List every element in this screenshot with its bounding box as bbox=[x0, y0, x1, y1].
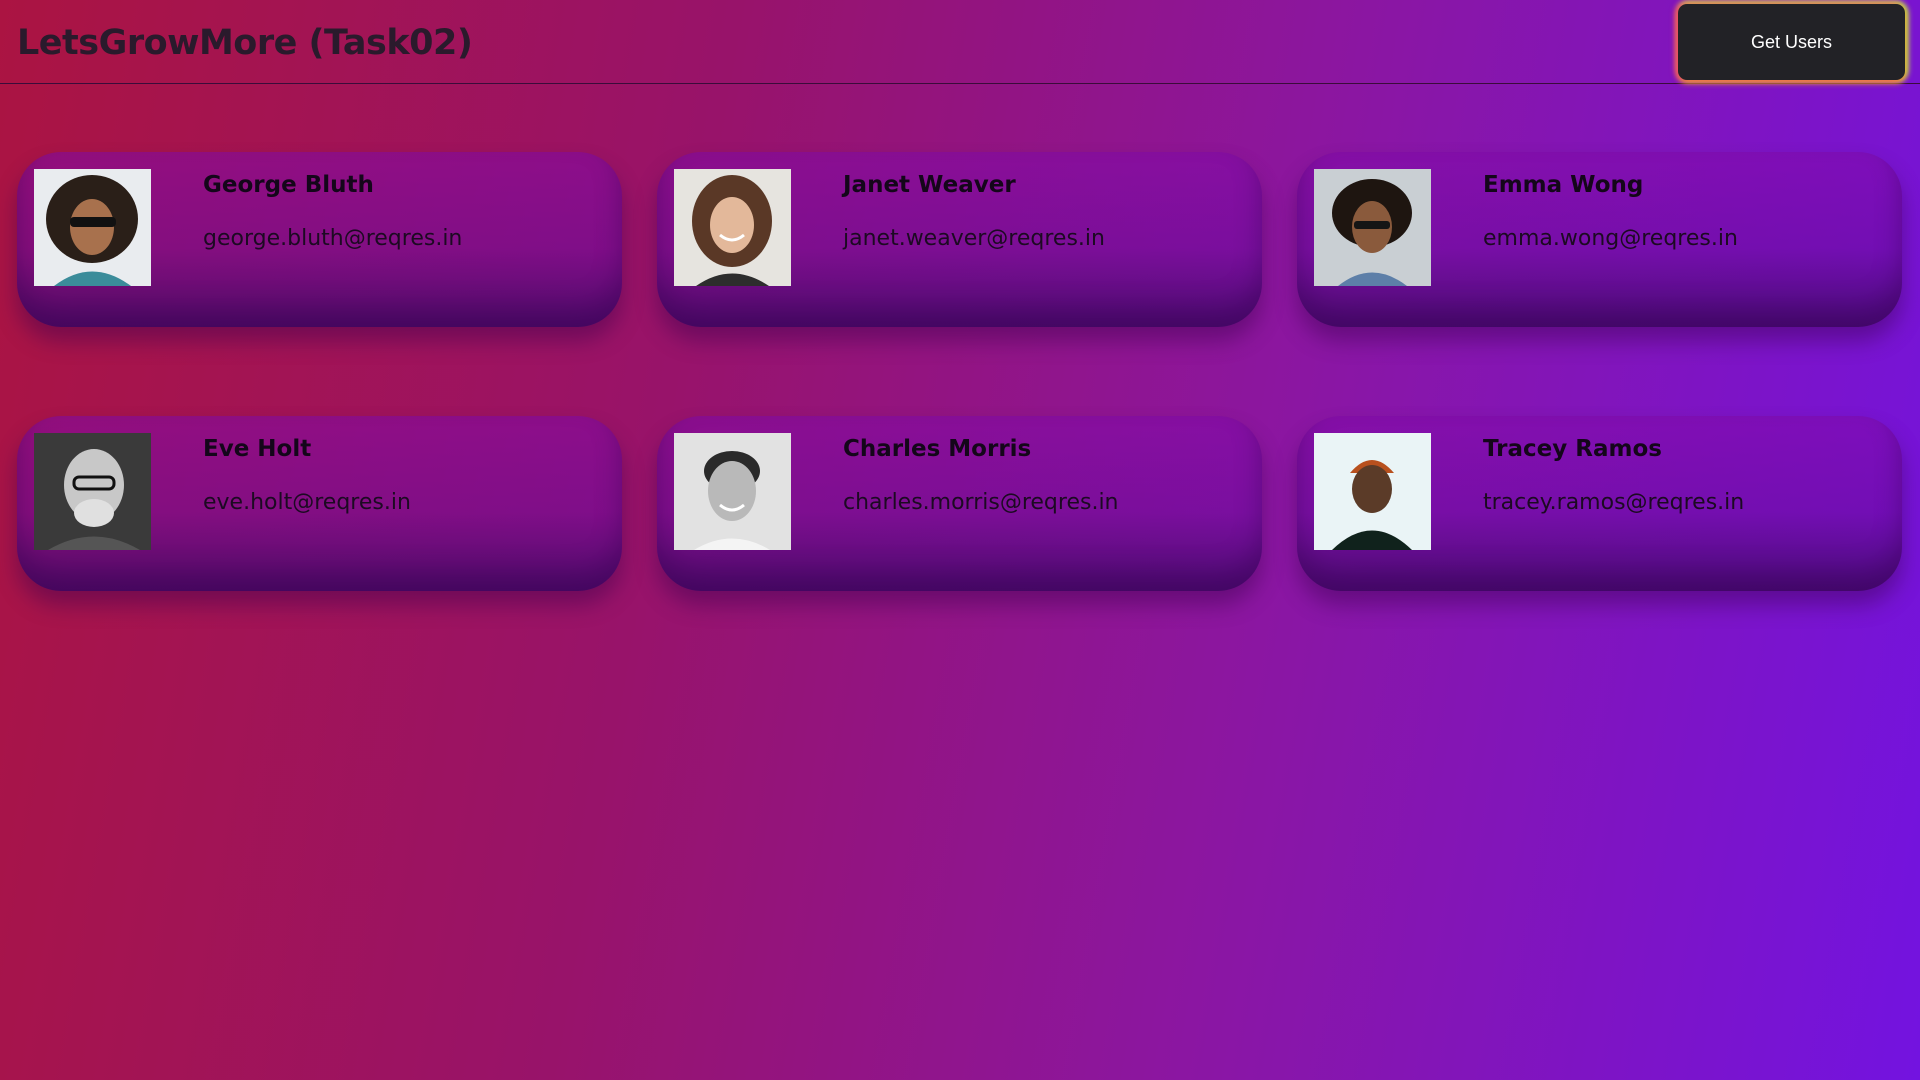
user-name: Janet Weaver bbox=[843, 172, 1016, 198]
avatar-photo-icon bbox=[674, 433, 791, 550]
user-email: charles.morris@reqres.in bbox=[843, 490, 1119, 515]
user-name: Charles Morris bbox=[843, 436, 1032, 462]
top-navbar: LetsGrowMore (Task02) Get Users bbox=[0, 0, 1920, 84]
user-card: George Bluth george.bluth@reqres.in bbox=[17, 152, 622, 327]
avatar-photo-icon bbox=[34, 433, 151, 550]
user-name: Eve Holt bbox=[203, 436, 312, 462]
app-title: LetsGrowMore (Task02) bbox=[17, 23, 473, 63]
avatar-photo-icon bbox=[34, 169, 151, 286]
user-card: Emma Wong emma.wong@reqres.in bbox=[1297, 152, 1902, 327]
avatar-photo-icon bbox=[1314, 433, 1431, 550]
user-email: george.bluth@reqres.in bbox=[203, 226, 463, 251]
user-name: Emma Wong bbox=[1483, 172, 1644, 198]
avatar-photo-icon bbox=[1314, 169, 1431, 286]
user-email: tracey.ramos@reqres.in bbox=[1483, 490, 1745, 515]
user-email: emma.wong@reqres.in bbox=[1483, 226, 1738, 251]
user-card: Janet Weaver janet.weaver@reqres.in bbox=[657, 152, 1262, 327]
user-card-grid: George Bluth george.bluth@reqres.in Jane… bbox=[17, 152, 1903, 591]
user-card: Charles Morris charles.morris@reqres.in bbox=[657, 416, 1262, 591]
user-card: Tracey Ramos tracey.ramos@reqres.in bbox=[1297, 416, 1902, 591]
user-email: janet.weaver@reqres.in bbox=[843, 226, 1105, 251]
avatar-photo-icon bbox=[674, 169, 791, 286]
user-card: Eve Holt eve.holt@reqres.in bbox=[17, 416, 622, 591]
get-users-button[interactable]: Get Users bbox=[1678, 4, 1905, 80]
user-name: George Bluth bbox=[203, 172, 374, 198]
user-name: Tracey Ramos bbox=[1483, 436, 1662, 462]
user-email: eve.holt@reqres.in bbox=[203, 490, 411, 515]
